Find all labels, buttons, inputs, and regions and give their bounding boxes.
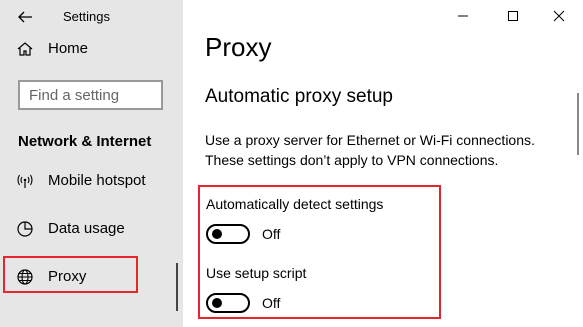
toggle-knob (212, 229, 222, 239)
toggle-knob (212, 298, 222, 308)
globe-icon (17, 269, 33, 285)
minimize-icon[interactable] (451, 4, 475, 28)
section-heading: Network & Internet (18, 133, 152, 150)
search-input[interactable] (20, 82, 167, 108)
page-title: Proxy (205, 32, 272, 62)
sidebar-item-proxy[interactable]: Proxy (0, 259, 183, 295)
home-icon (17, 42, 33, 56)
description-line: These settings don’t apply to VPN connec… (205, 152, 499, 168)
description-line: Use a proxy server for Ethernet or Wi-Fi… (205, 132, 535, 148)
auto-detect-toggle[interactable] (206, 224, 250, 244)
close-icon[interactable] (547, 4, 571, 28)
auto-detect-state: Off (262, 226, 281, 242)
hotspot-icon (17, 174, 33, 188)
section-title: Automatic proxy setup (205, 86, 393, 107)
sidebar-item-label: Data usage (48, 220, 125, 237)
sidebar-item-label: Home (48, 40, 89, 57)
sidebar-item-label: Proxy (48, 268, 87, 285)
main-scrollbar[interactable] (577, 93, 579, 155)
sidebar-item-home[interactable]: Home (0, 31, 183, 67)
back-arrow-icon[interactable] (16, 8, 34, 26)
sidebar-item-data-usage[interactable]: Data usage (0, 211, 183, 247)
setup-script-toggle[interactable] (206, 293, 250, 313)
auto-detect-label: Automatically detect settings (206, 196, 384, 212)
sidebar-scrollbar[interactable] (176, 263, 178, 311)
maximize-icon[interactable] (501, 4, 525, 28)
app-title: Settings (63, 9, 110, 24)
sidebar-item-mobile-hotspot[interactable]: Mobile hotspot (0, 163, 183, 199)
sidebar: Settings Home Network & Internet Mobile … (0, 0, 183, 327)
search-box[interactable] (18, 80, 167, 110)
sidebar-item-label: Mobile hotspot (48, 172, 146, 189)
setup-script-state: Off (262, 295, 281, 311)
data-usage-icon (17, 221, 33, 237)
setup-script-label: Use setup script (206, 265, 307, 281)
description: Use a proxy server for Ethernet or Wi-Fi… (205, 130, 535, 170)
